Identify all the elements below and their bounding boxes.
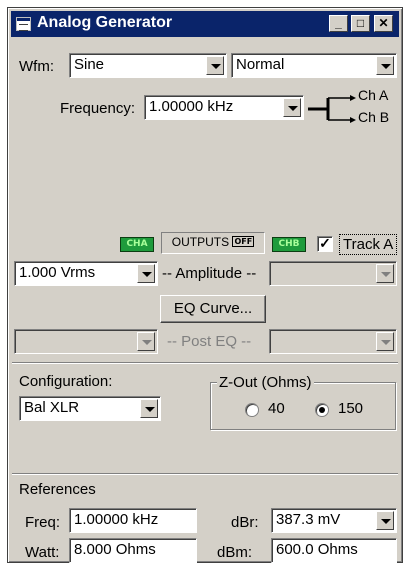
channel-routing-icon: [308, 95, 356, 123]
chevron-down-icon[interactable]: [376, 511, 394, 530]
eq-curve-button[interactable]: EQ Curve...: [160, 295, 266, 323]
track-a-checkbox[interactable]: ✓: [317, 236, 333, 252]
section-divider: [12, 473, 398, 475]
z-out-150-radio[interactable]: [315, 403, 329, 417]
configuration-value: Bal XLR: [24, 399, 80, 416]
references-title: References: [19, 481, 96, 498]
channel-a-output-indicator[interactable]: CHA: [120, 237, 154, 252]
configuration-dropdown[interactable]: Bal XLR: [19, 396, 161, 421]
amplitude-label: -- Amplitude --: [162, 265, 257, 282]
frequency-field[interactable]: 1.00000 kHz: [144, 95, 304, 120]
z-out-40-radio[interactable]: [245, 403, 259, 417]
analog-generator-window: Analog Generator _ □ ✕ Wfm: Sine Normal …: [7, 7, 403, 563]
post-eq-channel-a-dropdown[interactable]: [14, 329, 158, 354]
outputs-toggle-button[interactable]: OUTPUTS OFF: [161, 232, 265, 254]
track-a-label[interactable]: Track A: [339, 234, 398, 255]
channel-b-output-indicator[interactable]: CHB: [272, 237, 306, 252]
frequency-label: Frequency:: [60, 100, 136, 117]
amplitude-channel-b-dropdown[interactable]: [269, 261, 397, 286]
waveform-mode-value: Normal: [236, 56, 285, 73]
dbr-reference-dropdown[interactable]: 387.3 mV: [271, 508, 397, 533]
z-out-150-label: 150: [338, 400, 364, 417]
waveform-dropdown[interactable]: Sine: [69, 53, 227, 78]
reference-watt-value: 8.000 Ohms: [74, 541, 156, 558]
post-eq-label: -- Post EQ --: [167, 333, 252, 350]
chevron-down-icon[interactable]: [137, 332, 155, 351]
frequency-value: 1.00000 kHz: [149, 98, 234, 115]
chevron-down-icon[interactable]: [376, 56, 394, 75]
reference-frequency-label: Freq:: [25, 514, 61, 531]
chevron-down-icon[interactable]: [137, 264, 155, 283]
chevron-down-icon[interactable]: [376, 332, 394, 351]
minimize-button[interactable]: _: [329, 15, 348, 32]
outputs-label: OUTPUTS: [171, 235, 230, 249]
post-eq-channel-b-dropdown[interactable]: [269, 329, 397, 354]
waveform-mode-dropdown[interactable]: Normal: [231, 53, 397, 78]
outputs-state-badge: OFF: [232, 236, 255, 247]
chevron-down-icon[interactable]: [376, 264, 394, 283]
close-button[interactable]: ✕: [374, 15, 393, 32]
reference-watt-field[interactable]: 8.000 Ohms: [69, 538, 197, 563]
dbm-label: dBm:: [217, 544, 253, 561]
configuration-label: Configuration:: [19, 373, 113, 390]
chevron-down-icon[interactable]: [283, 98, 301, 117]
waveform-label: Wfm:: [19, 58, 54, 75]
dbm-reference-field[interactable]: 600.0 Ohms: [271, 538, 397, 563]
z-out-40-label: 40: [268, 400, 285, 417]
window-icon: [16, 17, 31, 31]
amplitude-value: 1.000 Vrms: [19, 264, 96, 281]
channel-a-label: Ch A: [358, 87, 389, 103]
z-out-legend: Z-Out (Ohms): [217, 374, 314, 391]
title-bar[interactable]: Analog Generator _ □ ✕: [11, 11, 399, 37]
waveform-value: Sine: [74, 56, 105, 73]
maximize-button[interactable]: □: [351, 15, 370, 32]
window-title: Analog Generator: [37, 14, 173, 31]
dbm-reference-value: 600.0 Ohms: [276, 541, 358, 558]
dbr-reference-value: 387.3 mV: [276, 511, 341, 528]
reference-frequency-field[interactable]: 1.00000 kHz: [69, 508, 197, 533]
reference-watt-label: Watt:: [25, 544, 60, 561]
chevron-down-icon[interactable]: [206, 56, 224, 75]
amplitude-dropdown[interactable]: 1.000 Vrms: [14, 261, 158, 286]
chevron-down-icon[interactable]: [140, 399, 158, 418]
section-divider: [12, 362, 398, 364]
dbr-label: dBr:: [231, 514, 259, 531]
reference-frequency-value: 1.00000 kHz: [74, 511, 159, 528]
channel-b-label: Ch B: [358, 109, 390, 125]
